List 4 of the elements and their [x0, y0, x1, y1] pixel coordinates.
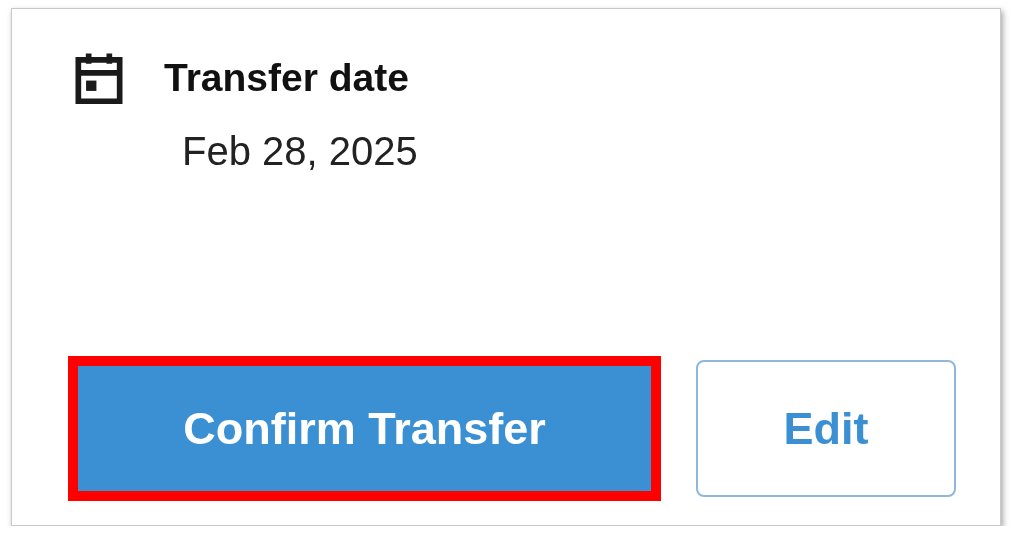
confirm-button[interactable]: Confirm Transfer	[78, 366, 651, 491]
detail-value: Feb 28, 2025	[182, 129, 419, 174]
edit-button[interactable]: Edit	[696, 360, 956, 497]
detail-label: Transfer date	[164, 56, 409, 100]
